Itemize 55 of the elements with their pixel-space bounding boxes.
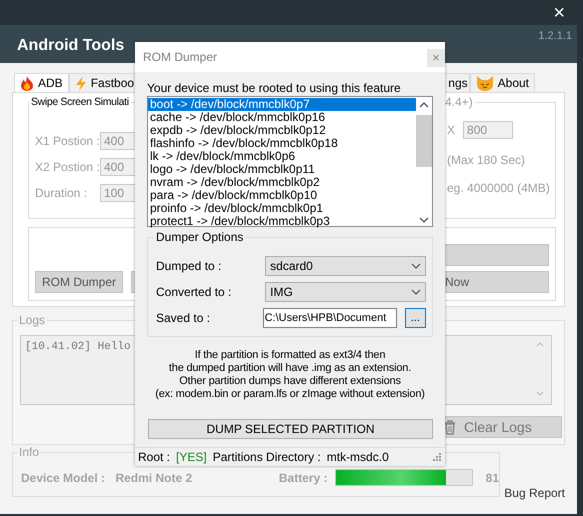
dropdown[interactable]: IMG — [265, 282, 426, 302]
dump-button[interactable]: DUMP SELECTED PARTITION — [148, 419, 433, 439]
hint-text: (Max 180 Sec) — [447, 152, 526, 169]
field-label: Saved to : — [156, 310, 212, 327]
list-item[interactable]: para -> /dev/block/mmcblk0p10 — [148, 189, 416, 202]
field-label: Duration : — [35, 185, 88, 202]
rom-dumper-button[interactable]: ROM Dumper — [35, 271, 124, 293]
browse-button[interactable]: ... — [404, 308, 426, 328]
dropdown[interactable]: sdcard0 — [265, 256, 426, 276]
battery-reading: 81 — [486, 470, 500, 486]
list-item[interactable]: boot -> /dev/block/mmcblk0p7 — [148, 98, 416, 111]
list-item[interactable]: nvram -> /dev/block/mmcblk0p2 — [148, 176, 416, 189]
resize-grip-icon — [432, 452, 442, 462]
field-label: X2 Postion : — [35, 159, 100, 176]
list-item[interactable]: expdb -> /dev/block/mmcblk0p12 — [148, 124, 416, 137]
hint-text: eg. 4000000 (4MB) — [447, 180, 551, 197]
list-item[interactable]: proinfo -> /dev/block/mmcblk0p1 — [148, 202, 416, 215]
field-label: Converted to : — [156, 284, 232, 301]
flame-icon — [20, 76, 34, 90]
list-item[interactable]: logo -> /dev/block/mmcblk0p11 — [148, 163, 416, 176]
chevron-down-icon — [411, 289, 421, 295]
status-label: Partitions Directory : — [212, 449, 321, 466]
status-value: mtk-msdc.0 — [326, 449, 389, 466]
close-button[interactable]: × — [553, 2, 565, 22]
list-item[interactable]: flashinfo -> /dev/block/mmcblk0p18 — [148, 137, 416, 150]
group-legend: Swipe Screen Simulati — [29, 95, 131, 109]
chevron-down-icon — [411, 263, 421, 269]
app-title: Android Tools — [17, 36, 124, 56]
cat-icon — [476, 75, 494, 91]
status-value: [YES] — [176, 449, 207, 466]
dialog-note: Your device must be rooted to using this feature — [146, 80, 402, 96]
group-legend: 4.4+) — [443, 95, 475, 109]
group-legend: Info — [17, 445, 42, 459]
list-item[interactable]: lk -> /dev/block/mmcblk0p6 — [148, 150, 416, 163]
field-label: X — [447, 122, 456, 139]
info-label: Device Model : — [21, 470, 106, 486]
log-line: [10.41.02] Hello — [25, 340, 131, 355]
list-item[interactable]: cache -> /dev/block/mmcblk0p16 — [148, 111, 416, 124]
status-label: Root : — [138, 449, 170, 466]
group-legend: Logs — [17, 313, 48, 327]
field-label: Dumped to : — [156, 258, 222, 275]
trash-icon — [444, 420, 456, 434]
tab[interactable]: About — [470, 73, 535, 92]
group-legend: Dumper Options — [154, 230, 246, 244]
list-item[interactable]: protect1 -> /dev/block/mmcblk0p3 — [148, 215, 416, 228]
lightning-icon — [74, 76, 87, 90]
explanation-text: If the partition is formatted as ext3/4 then the dumped partition will have .img as an extension. Other partition dumps have different extensions (ex: modem.bin or param.lfs or zImage without extension) — [154, 349, 426, 401]
info-value: Redmi Note 2 — [115, 470, 194, 486]
field-label: X1 Postion : — [35, 133, 100, 150]
bug-report-link[interactable]: Bug Report — [504, 484, 565, 502]
tab[interactable]: ADB — [14, 73, 69, 92]
version-label: 1.2.1.1 — [538, 29, 572, 44]
input-field[interactable]: C:\Users\HPB\Document — [262, 308, 397, 328]
info-label: Battery : — [278, 470, 329, 486]
dialog-title: ROM Dumper — [143, 49, 218, 66]
